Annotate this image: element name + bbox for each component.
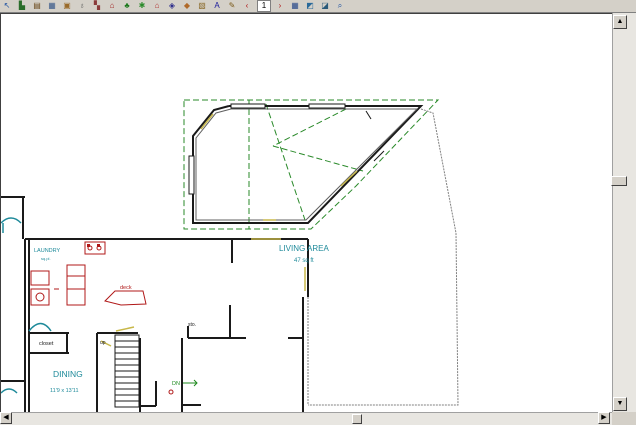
fixture-icon: ♁ [79,1,85,10]
living-area-size: 47 sq ft [294,258,314,264]
deck-label: deck [120,285,132,291]
camera-view-icon: ◩ [306,1,314,10]
plan-view-button[interactable]: ▦ [288,0,302,12]
floor-plan-canvas[interactable]: LIVING AREA 47 sq ft LAUNDRY sq.pl. deck… [0,13,612,413]
stairs [114,334,140,408]
eraser-button[interactable]: ◆ [180,0,194,12]
vertical-scroll-thumb[interactable] [611,176,627,186]
open-door-icon: ▙ [18,1,26,10]
pencil-icon: ✎ [228,1,236,10]
open-door-button[interactable]: ▙ [15,0,29,12]
material-icon: ▧ [198,1,206,10]
stairs-button[interactable]: ▚ [90,0,104,12]
paint-bucket-button[interactable]: ◈ [165,0,179,12]
pencil-button[interactable]: ✎ [225,0,239,12]
scroll-right-button[interactable]: ▶ [598,412,610,424]
paint-bucket-icon: ◈ [168,1,176,10]
tree-button[interactable]: ♣ [120,0,134,12]
deck-outline [307,108,459,406]
elevation-view-icon: ◪ [321,1,329,10]
horizontal-scroll-thumb[interactable] [352,414,362,424]
living-area-label: LIVING AREA [279,244,329,253]
scroll-left-button[interactable]: ◀ [0,412,12,424]
previous-page-button[interactable]: ‹ [240,0,254,12]
window-button[interactable]: ▦ [45,0,59,12]
palm-icon: ✱ [138,1,146,10]
dining-dimensions: 11'9 x 13'11 [50,388,79,394]
zoom-button[interactable]: ⌕ [333,0,347,12]
cabinet-icon: ▣ [63,1,71,10]
tree-icon: ♣ [124,1,130,10]
vertical-scrollbar[interactable]: ▲ ▼ [612,13,636,412]
sto-label: sto. [188,322,196,328]
page-number-field[interactable]: 1 [257,0,271,12]
material-button[interactable]: ▧ [195,0,209,12]
wall-icon: ▤ [33,1,41,10]
appliance-icons [87,244,100,247]
up-label: up [100,340,106,346]
select-arrow-icon: ↖ [3,1,11,10]
palm-button[interactable]: ✱ [135,0,149,12]
bay-doors [200,113,358,221]
elevation-view-button[interactable]: ◪ [318,0,332,12]
house-icon: ⌂ [154,1,160,10]
scroll-down-button[interactable]: ▼ [613,397,627,411]
scroll-up-button[interactable]: ▲ [613,15,627,29]
eraser-icon: ◆ [183,1,191,10]
laundry-label: LAUNDRY [34,248,61,254]
roof-outline [183,99,440,230]
camera-view-button[interactable]: ◩ [303,0,317,12]
fixture-button[interactable]: ♁ [75,0,89,12]
text-button[interactable]: A [210,0,224,12]
house-button[interactable]: ⌂ [150,0,164,12]
floor-plan-drawing[interactable]: LIVING AREA 47 sq ft LAUNDRY sq.pl. deck… [1,14,612,413]
furniture-icon: ⌂ [109,1,115,10]
toolbar: ↖ ▙ ▤ ▦ ▣ ♁ ▚ ⌂ ♣ ✱ ⌂ ◈ ◆ ▧ A ✎ ‹ 1 › ▦ ◩ ◪ ⌕ [0,0,636,13]
furniture-button[interactable]: ⌂ [105,0,119,12]
horizontal-scrollbar[interactable]: ◀ ▶ [0,412,612,425]
dining-label: DINING [53,369,83,379]
select-arrow-button[interactable]: ↖ [0,0,14,12]
closet-label: closet [39,341,54,347]
zoom-icon: ⌕ [337,1,343,10]
laundry-sublabel: sq.pl. [41,256,51,261]
plan-view-icon: ▦ [291,1,299,10]
bay-room-walls [192,105,424,224]
window-icon: ▦ [48,1,56,10]
stairs-icon: ▚ [93,1,101,10]
bay-windows [188,103,385,195]
text-icon: A [214,1,220,10]
scrollbar-corner [612,412,636,424]
dn-arrow [183,379,198,387]
wall-button[interactable]: ▤ [30,0,44,12]
next-page-button[interactable]: › [273,0,287,12]
dn-label: DN [172,381,180,387]
cabinet-button[interactable]: ▣ [60,0,74,12]
